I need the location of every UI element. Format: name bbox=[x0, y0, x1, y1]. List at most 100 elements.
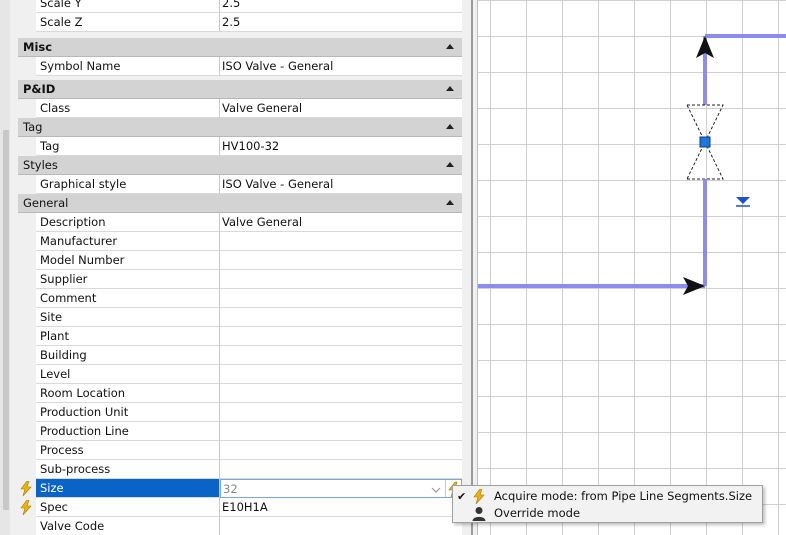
valve-grip-handle[interactable] bbox=[699, 136, 711, 148]
property-value[interactable]: Valve General bbox=[220, 99, 462, 118]
property-value[interactable]: 2.5 bbox=[220, 0, 462, 13]
category-title: General bbox=[23, 196, 69, 210]
property-value: 32 bbox=[223, 482, 238, 496]
property-value[interactable]: Valve General bbox=[220, 213, 462, 232]
property-name: Class bbox=[36, 99, 220, 118]
chevron-down-icon[interactable] bbox=[429, 483, 443, 496]
property-value[interactable] bbox=[220, 251, 462, 270]
category-title: Styles bbox=[23, 158, 58, 172]
collapse-arrow-icon[interactable] bbox=[446, 124, 454, 129]
property-name: Description bbox=[36, 213, 220, 232]
collapse-arrow-icon[interactable] bbox=[446, 86, 454, 91]
property-value[interactable] bbox=[220, 384, 462, 403]
property-name: Supplier bbox=[36, 270, 220, 289]
menu-item-label: Acquire mode: from Pipe Line Segments.Si… bbox=[494, 489, 753, 503]
check-icon: ✔ bbox=[457, 490, 467, 503]
property-name: Scale Y bbox=[36, 0, 220, 13]
property-row-graphical-style[interactable]: Graphical style ISO Valve - General bbox=[18, 175, 462, 194]
property-value[interactable] bbox=[220, 346, 462, 365]
property-name: Size bbox=[36, 479, 220, 498]
category-styles[interactable]: Styles bbox=[18, 156, 462, 175]
pid-drawing[interactable] bbox=[478, 0, 786, 535]
collapse-arrow-icon[interactable] bbox=[446, 162, 454, 167]
property-value[interactable] bbox=[220, 441, 462, 460]
property-row[interactable]: Description Valve General bbox=[18, 213, 462, 232]
property-row[interactable]: Model Number bbox=[18, 251, 462, 270]
property-name: Spec bbox=[36, 498, 220, 517]
property-value[interactable] bbox=[220, 517, 462, 535]
category-misc[interactable]: Misc bbox=[18, 38, 462, 57]
category-pid[interactable]: P&ID bbox=[18, 80, 462, 99]
property-value[interactable] bbox=[220, 270, 462, 289]
property-row-class[interactable]: Class Valve General bbox=[18, 99, 462, 118]
valve-upper-triangle[interactable] bbox=[686, 104, 724, 144]
property-value[interactable] bbox=[220, 327, 462, 346]
property-row-scale-y[interactable]: Scale Y 2.5 bbox=[18, 0, 462, 13]
property-value[interactable] bbox=[220, 232, 462, 251]
property-value[interactable] bbox=[220, 460, 462, 479]
size-value-field[interactable]: 32 bbox=[220, 479, 462, 498]
property-row[interactable]: Supplier bbox=[18, 270, 462, 289]
property-row-symbol-name[interactable]: Symbol Name ISO Valve - General bbox=[18, 57, 462, 76]
panel-splitter[interactable] bbox=[466, 0, 478, 535]
property-row-spec[interactable]: Spec E10H1A bbox=[18, 498, 462, 517]
property-value[interactable] bbox=[220, 308, 462, 327]
property-name: Scale Z bbox=[36, 13, 220, 32]
property-name: Plant bbox=[36, 327, 220, 346]
property-value[interactable]: E10H1A bbox=[220, 498, 462, 517]
property-row[interactable]: Process bbox=[18, 441, 462, 460]
property-name: Comment bbox=[36, 289, 220, 308]
category-title: P&ID bbox=[23, 82, 56, 96]
property-name: Tag bbox=[36, 137, 220, 156]
category-general[interactable]: General bbox=[18, 194, 462, 213]
property-name: Manufacturer bbox=[36, 232, 220, 251]
property-row-tag[interactable]: Tag HV100-32 bbox=[18, 137, 462, 156]
property-name: Model Number bbox=[36, 251, 220, 270]
property-row[interactable]: Plant bbox=[18, 327, 462, 346]
property-value[interactable]: HV100-32 bbox=[220, 137, 462, 156]
property-row[interactable]: Level bbox=[18, 365, 462, 384]
property-name: Symbol Name bbox=[36, 57, 220, 76]
category-title: Tag bbox=[23, 120, 43, 134]
property-value[interactable] bbox=[220, 403, 462, 422]
property-row[interactable]: Room Location bbox=[18, 384, 462, 403]
property-value[interactable]: 2.5 bbox=[220, 13, 462, 32]
insertion-marker-icon[interactable] bbox=[736, 197, 750, 204]
left-scrollbar-thumb[interactable] bbox=[3, 130, 9, 510]
property-row[interactable]: Sub-process bbox=[18, 460, 462, 479]
category-tag[interactable]: Tag bbox=[18, 118, 462, 137]
property-name: Production Unit bbox=[36, 403, 220, 422]
property-value[interactable]: ISO Valve - General bbox=[220, 57, 462, 76]
property-row[interactable]: Manufacturer bbox=[18, 232, 462, 251]
property-row[interactable]: Production Line bbox=[18, 422, 462, 441]
property-row[interactable]: Comment bbox=[18, 289, 462, 308]
property-value[interactable] bbox=[220, 289, 462, 308]
property-row-valve-code[interactable]: Valve Code bbox=[18, 517, 462, 535]
property-row[interactable]: Production Unit bbox=[18, 403, 462, 422]
context-menu: ✔ Acquire mode: from Pipe Line Segments.… bbox=[452, 485, 763, 523]
valve-lower-triangle[interactable] bbox=[686, 140, 724, 180]
property-value[interactable] bbox=[220, 422, 462, 441]
property-row[interactable]: Site bbox=[18, 308, 462, 327]
collapse-arrow-icon[interactable] bbox=[446, 44, 454, 49]
drawing-canvas[interactable] bbox=[478, 0, 786, 535]
lightning-icon bbox=[473, 489, 485, 504]
properties-panel: Scale Y 2.5 Scale Z 2.5 Misc Symbol Name… bbox=[0, 0, 466, 535]
property-row[interactable]: Building bbox=[18, 346, 462, 365]
property-name: Room Location bbox=[36, 384, 220, 403]
menu-item-acquire-mode[interactable]: ✔ Acquire mode: from Pipe Line Segments.… bbox=[453, 488, 762, 505]
property-name: Production Line bbox=[36, 422, 220, 441]
user-icon bbox=[472, 507, 486, 521]
property-name: Site bbox=[36, 308, 220, 327]
property-name: Building bbox=[36, 346, 220, 365]
menu-item-label: Override mode bbox=[494, 506, 581, 520]
property-value[interactable]: ISO Valve - General bbox=[220, 175, 462, 194]
property-row-size[interactable]: Size 32 bbox=[18, 479, 462, 498]
property-value[interactable] bbox=[220, 365, 462, 384]
collapse-arrow-icon[interactable] bbox=[446, 200, 454, 205]
property-row-scale-z[interactable]: Scale Z 2.5 bbox=[18, 13, 462, 32]
property-name: Sub-process bbox=[36, 460, 220, 479]
left-scrollbar-track[interactable] bbox=[0, 0, 10, 535]
menu-item-override-mode[interactable]: Override mode bbox=[453, 505, 762, 522]
lightning-icon bbox=[20, 500, 32, 515]
